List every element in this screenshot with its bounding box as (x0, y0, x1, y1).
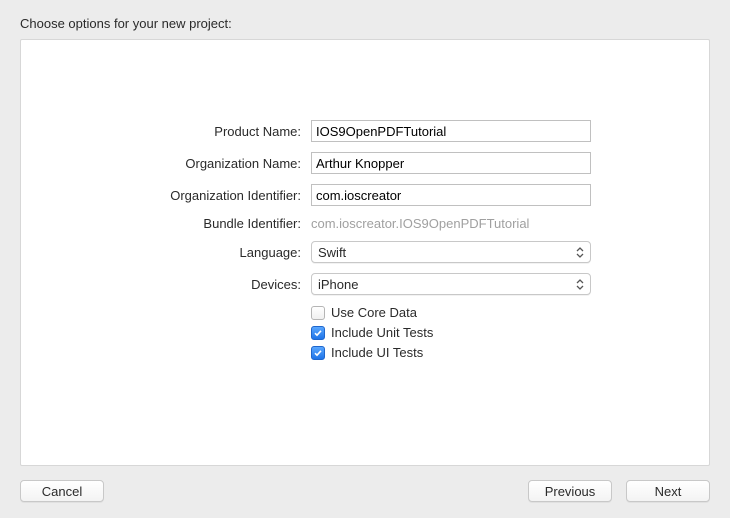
language-value: Swift (318, 245, 346, 260)
unit-tests-checkbox[interactable] (311, 326, 325, 340)
bundle-identifier-value: com.ioscreator.IOS9OpenPDFTutorial (311, 216, 529, 231)
organization-identifier-label: Organization Identifier: (61, 188, 301, 203)
core-data-checkbox-row[interactable]: Use Core Data (311, 305, 669, 320)
core-data-label: Use Core Data (331, 305, 417, 320)
next-button[interactable]: Next (626, 480, 710, 502)
language-select[interactable]: Swift (311, 241, 591, 263)
ui-tests-checkbox[interactable] (311, 346, 325, 360)
unit-tests-checkbox-row[interactable]: Include Unit Tests (311, 325, 669, 340)
organization-name-input[interactable] (311, 152, 591, 174)
unit-tests-label: Include Unit Tests (331, 325, 433, 340)
organization-name-label: Organization Name: (61, 156, 301, 171)
page-title: Choose options for your new project: (20, 16, 710, 31)
chevron-updown-icon (576, 277, 586, 291)
form-panel: Product Name: Organization Name: Organiz… (20, 39, 710, 466)
ui-tests-checkbox-row[interactable]: Include UI Tests (311, 345, 669, 360)
organization-identifier-input[interactable] (311, 184, 591, 206)
product-name-input[interactable] (311, 120, 591, 142)
devices-select[interactable]: iPhone (311, 273, 591, 295)
product-name-label: Product Name: (61, 124, 301, 139)
footer: Cancel Previous Next (20, 466, 710, 502)
previous-button[interactable]: Previous (528, 480, 612, 502)
devices-label: Devices: (61, 277, 301, 292)
chevron-updown-icon (576, 245, 586, 259)
language-label: Language: (61, 245, 301, 260)
devices-value: iPhone (318, 277, 358, 292)
bundle-identifier-label: Bundle Identifier: (61, 216, 301, 231)
ui-tests-label: Include UI Tests (331, 345, 423, 360)
core-data-checkbox[interactable] (311, 306, 325, 320)
cancel-button[interactable]: Cancel (20, 480, 104, 502)
